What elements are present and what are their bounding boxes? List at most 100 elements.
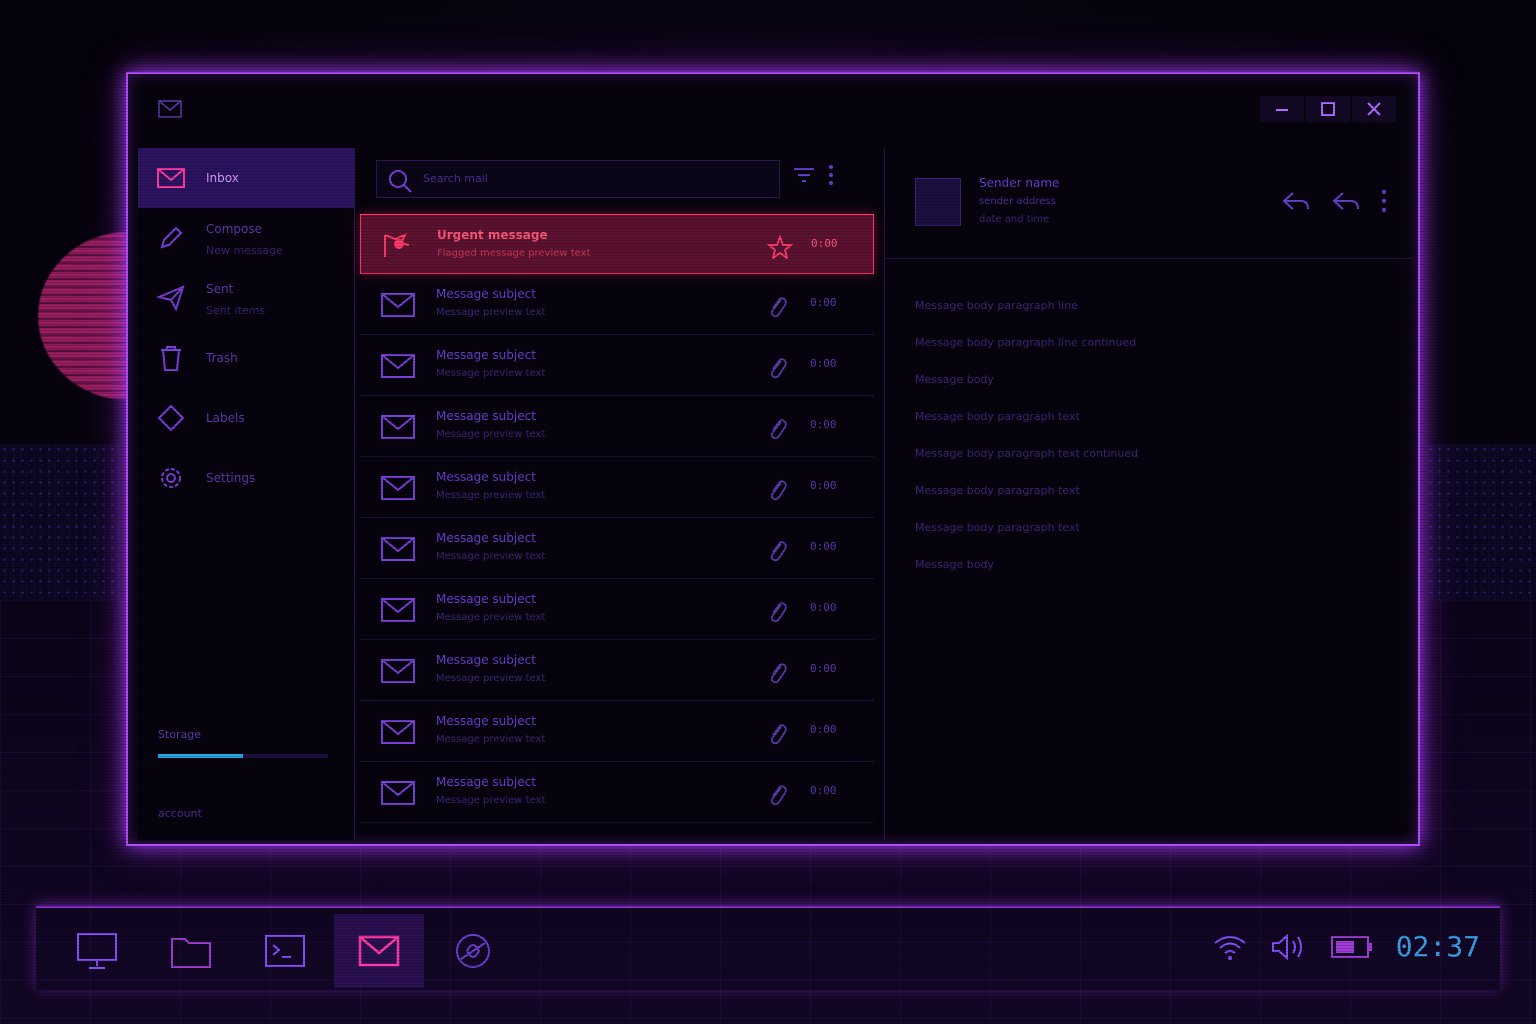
message-subject: Urgent message: [437, 228, 548, 242]
trash-icon: [161, 346, 181, 371]
envelope-icon: [381, 537, 415, 561]
sidebar-item-label: Trash: [206, 351, 238, 365]
taskbar-terminal[interactable]: [240, 914, 330, 988]
message-subject: Message subject: [436, 775, 536, 789]
more-vertical-icon[interactable]: [1381, 188, 1387, 214]
message-preview: Message preview text: [436, 673, 546, 684]
taskbar-mail[interactable]: [334, 914, 424, 988]
avatar: [915, 178, 961, 226]
message-row[interactable]: Message subject Message preview text 0:00: [360, 518, 874, 579]
sidebar-item-label: Inbox: [206, 171, 239, 185]
battery-icon[interactable]: [1330, 934, 1374, 960]
envelope-icon: [381, 476, 415, 500]
sidebar-item-label: Labels: [206, 411, 245, 425]
sidebar-item-label: Settings: [206, 471, 256, 485]
taskbar-files[interactable]: [146, 914, 236, 988]
message-subject: Message subject: [436, 409, 536, 423]
attachment-icon: [770, 297, 787, 318]
clock: 02:37: [1395, 930, 1480, 963]
mail-app-icon: [158, 100, 182, 118]
settings-icon: [161, 468, 181, 488]
message-row[interactable]: Message subject Message preview text 0:00: [360, 274, 874, 335]
city-skyline-left: [0, 444, 120, 604]
sidebar-item-label: Sent: [206, 282, 234, 296]
reply-icon[interactable]: [1281, 190, 1311, 212]
search-input[interactable]: Search mail: [423, 172, 488, 185]
mail-icon: [358, 935, 400, 967]
minimize-icon: [1276, 109, 1288, 111]
message-row[interactable]: Message subject Message preview text 0:00: [360, 335, 874, 396]
message-preview: Message preview text: [436, 551, 546, 562]
message-header: Sender name sender address date and time: [885, 148, 1413, 259]
message-subject: Message subject: [436, 531, 536, 545]
reading-pane: Sender name sender address date and time…: [884, 148, 1413, 840]
sidebar-item-settings[interactable]: Settings: [138, 448, 354, 508]
message-preview: Message preview text: [436, 368, 546, 379]
body-paragraph: Message body: [915, 558, 994, 571]
sidebar-item-labels[interactable]: Labels: [138, 388, 354, 448]
message-row[interactable]: Message subject Message preview text 0:00: [360, 701, 874, 762]
filter-icon[interactable]: [792, 165, 816, 185]
envelope-icon: [381, 415, 415, 439]
reply-all-icon[interactable]: [1331, 190, 1361, 212]
terminal-icon: [265, 935, 305, 967]
body-paragraph: Message body paragraph line continued: [915, 336, 1137, 349]
mail-window: Inbox Compose New message Sent Sent item…: [126, 72, 1420, 846]
message-row[interactable]: Message subject Message preview text 0:00: [360, 762, 874, 823]
sidebar-item-inbox[interactable]: Inbox: [138, 148, 354, 208]
envelope-icon: [381, 354, 415, 378]
sender-name: Sender name: [979, 176, 1060, 190]
message-row[interactable]: Message subject Message preview text 0:00: [360, 457, 874, 518]
close-icon: [1367, 102, 1381, 116]
message-row[interactable]: Message subject Message preview text 0:00: [360, 396, 874, 457]
message-preview: Flagged message preview text: [437, 248, 591, 259]
envelope-icon: [381, 659, 415, 683]
sidebar-item-sent[interactable]: Sent Sent items: [138, 268, 354, 328]
list-toolbar: [792, 164, 834, 186]
desktop-icon: [77, 933, 117, 969]
message-time: 0:00: [810, 601, 837, 614]
message-time: 0:00: [810, 723, 837, 736]
minimize-button[interactable]: [1260, 96, 1304, 122]
close-button[interactable]: [1352, 96, 1396, 122]
flag-icon: [384, 233, 410, 257]
message-time: 0:00: [810, 479, 837, 492]
sidebar-item-trash[interactable]: Trash: [138, 328, 354, 388]
message-subject: Message subject: [436, 287, 536, 301]
taskbar-desktop[interactable]: [52, 914, 142, 988]
message-actions: [1281, 188, 1387, 214]
message-body: Message body paragraph line Message body …: [915, 293, 1345, 589]
body-paragraph: Message body: [915, 373, 994, 386]
sidebar-item-sublabel: Sent items: [206, 304, 266, 317]
attachment-icon: [770, 541, 787, 562]
folder-icon: [171, 938, 211, 968]
envelope-icon: [381, 720, 415, 744]
compose-icon: [160, 226, 183, 249]
message-row[interactable]: Urgent message Flagged message preview te…: [360, 214, 874, 274]
attachment-icon: [770, 419, 787, 440]
account-label[interactable]: account: [158, 807, 202, 820]
message-time: 0:00: [810, 296, 837, 309]
volume-icon[interactable]: [1270, 932, 1308, 962]
storage-bar: [158, 754, 328, 758]
maximize-button[interactable]: [1306, 96, 1350, 122]
wifi-icon[interactable]: [1212, 932, 1248, 962]
inbox-icon: [157, 168, 185, 188]
message-row[interactable]: Message subject Message preview text 0:00: [360, 640, 874, 701]
message-preview: Message preview text: [436, 307, 546, 318]
message-date: date and time: [979, 214, 1050, 225]
storage-label: Storage: [158, 728, 202, 741]
taskbar-browser[interactable]: [428, 914, 518, 988]
title-bar[interactable]: [128, 74, 1418, 142]
sidebar-item-compose[interactable]: Compose New message: [138, 208, 354, 268]
message-time: 0:00: [810, 784, 837, 797]
attachment-icon: [770, 602, 787, 623]
more-vertical-icon[interactable]: [828, 164, 834, 186]
message-row[interactable]: Message subject Message preview text 0:00: [360, 579, 874, 640]
search-box[interactable]: Search mail: [376, 160, 780, 198]
body-paragraph: Message body paragraph text: [915, 410, 1080, 423]
system-tray: 02:37: [1212, 930, 1480, 963]
message-time: 0:00: [810, 662, 837, 675]
window-controls: [1260, 96, 1396, 122]
star-icon[interactable]: [767, 235, 793, 259]
